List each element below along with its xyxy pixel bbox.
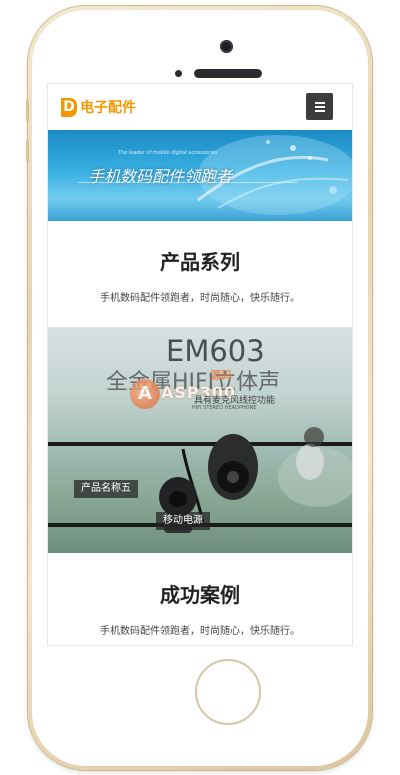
product-image[interactable]: EM603 全金属HIFI立体声 源码 A ASP300 具有麦克风线控功能 H… (48, 327, 352, 553)
front-camera (220, 40, 233, 53)
banner-subtitle: The leader of mobile digital accessories (118, 150, 218, 156)
site-header: D 电子配件 (48, 84, 352, 131)
screen: D 电子配件 The leader of mobile digital acce… (48, 84, 352, 645)
menu-bar (314, 105, 325, 108)
logo-text: 电子配件 (80, 100, 136, 116)
volume-down-button[interactable] (26, 140, 29, 162)
watermark-cn: 源码 (210, 369, 232, 382)
product-model: EM603 (166, 334, 265, 368)
section-title-cases: 成功案例 (160, 583, 240, 607)
banner-title: 手机数码配件领跑者 (88, 167, 233, 186)
section-desc-cases: 手机数码配件领跑者，时尚随心，快乐随行。 (100, 626, 300, 637)
proximity-sensor (175, 70, 182, 77)
product-name-label[interactable]: 产品名称五 (74, 480, 138, 498)
product-power-label[interactable]: 移动电源 (156, 512, 210, 530)
volume-up-button[interactable] (26, 100, 29, 122)
section-title-products: 产品系列 (160, 250, 240, 274)
menu-bar (314, 109, 325, 112)
product-feature-en: HIFI STEREO HEADPHONE (192, 405, 257, 411)
watermark-logo: A (130, 379, 160, 409)
earpiece-speaker (194, 69, 262, 78)
section-desc-products: 手机数码配件领跑者，时尚随心，快乐随行。 (100, 293, 300, 304)
hero-banner[interactable]: The leader of mobile digital accessories… (48, 130, 352, 221)
logo-mark: D (61, 97, 77, 117)
hamburger-menu-icon[interactable] (306, 93, 333, 120)
home-button[interactable] (195, 659, 261, 725)
logo[interactable]: D 电子配件 (61, 96, 136, 118)
menu-bar (314, 101, 325, 104)
